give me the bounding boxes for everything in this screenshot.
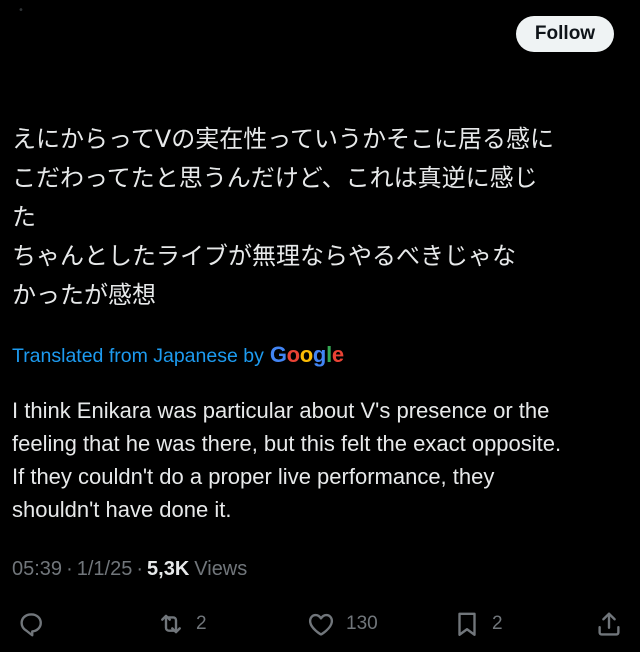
bookmark-button[interactable]: 2 <box>452 608 503 640</box>
translated-by-link[interactable]: Translated from Japanese by Google <box>12 342 344 368</box>
share-button[interactable] <box>594 608 624 640</box>
share-icon <box>594 609 624 639</box>
reply-icon <box>16 609 46 639</box>
repost-icon <box>156 609 186 639</box>
tweet-meta: 05:39 · 1/1/25 · 5,3K Views <box>12 558 247 581</box>
meta-separator: · <box>136 558 144 580</box>
translated-from-label: Translated from Japanese by <box>12 345 264 367</box>
views-count[interactable]: 5,3K <box>147 558 189 581</box>
tweet-time[interactable]: 05:39 <box>12 558 62 581</box>
tweet-original-text: えにからってVの実在性っていうかそこに居る感に こだわってたと思うんだけど、これ… <box>12 120 627 315</box>
reply-button[interactable] <box>16 608 46 640</box>
google-logo: Google <box>269 342 344 367</box>
like-button[interactable]: 130 <box>306 608 378 640</box>
follow-button[interactable]: Follow <box>516 16 614 52</box>
bookmark-count: 2 <box>492 613 503 634</box>
translation-line: shouldn't have done it. <box>12 497 232 522</box>
original-line: かったが感想 <box>12 281 156 309</box>
views-label: Views <box>194 558 248 580</box>
like-count: 130 <box>346 613 378 634</box>
heart-icon <box>306 609 336 639</box>
original-line: ちゃんとしたライブが無理ならやるべきじゃな <box>12 242 516 270</box>
original-line: た <box>12 203 36 231</box>
bookmark-icon <box>452 609 482 639</box>
translation-line: If they couldn't do a proper live perfor… <box>12 464 495 489</box>
overflow-dots-icon: • • • <box>18 0 45 16</box>
tweet-date[interactable]: 1/1/25 <box>77 558 133 581</box>
original-line: えにからってVの実在性っていうかそこに居る感に <box>12 125 555 153</box>
repost-button[interactable]: 2 <box>156 608 207 640</box>
translation-line: feeling that he was there, but this felt… <box>12 431 562 456</box>
original-line: こだわってたと思うんだけど、これは真逆に感じ <box>12 164 538 192</box>
tweet-translation-text: I think Enikara was particular about V's… <box>12 394 632 526</box>
repost-count: 2 <box>196 613 207 634</box>
translation-line: I think Enikara was particular about V's… <box>12 398 550 423</box>
meta-separator: · <box>66 558 73 580</box>
